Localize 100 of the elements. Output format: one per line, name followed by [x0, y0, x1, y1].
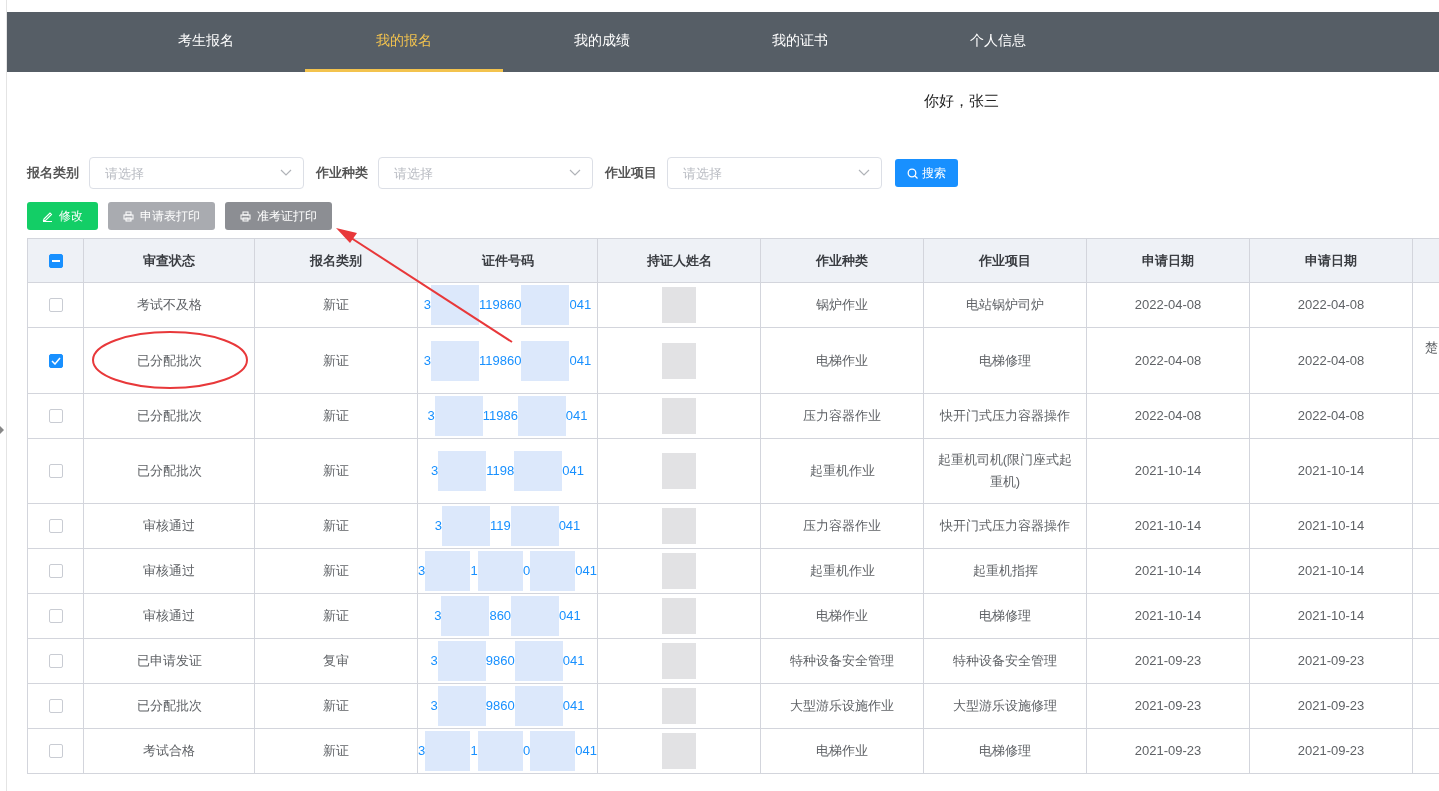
chevron-down-icon	[280, 169, 292, 177]
id-number-text[interactable]: 11986	[482, 406, 518, 426]
id-number-text[interactable]: 041	[558, 516, 581, 536]
column-header[interactable]: 申请日期	[1142, 250, 1194, 271]
column-header[interactable]: 作业项目	[979, 250, 1031, 271]
print-button[interactable]: 准考证打印	[225, 202, 332, 230]
blurred-area	[514, 686, 563, 726]
id-number-text[interactable]: 0	[522, 741, 531, 761]
id-number-text[interactable]: 0	[522, 561, 531, 581]
checkbox[interactable]	[48, 409, 63, 423]
category-text: 新证	[323, 351, 349, 370]
pencil-icon	[42, 210, 53, 222]
id-number-text[interactable]: 3	[434, 516, 442, 536]
id-number-text[interactable]: 119	[489, 516, 511, 536]
column-header[interactable]: 证件号码	[481, 250, 534, 271]
nav-tab[interactable]: 考生报名	[107, 12, 305, 72]
column-header[interactable]: 申请日期	[1305, 250, 1357, 271]
id-number-text[interactable]: 3	[431, 461, 439, 481]
date-text: 2021-09-23	[1297, 742, 1365, 760]
checkbox[interactable]	[48, 253, 63, 268]
id-number-text[interactable]: 3	[418, 561, 426, 581]
select-field[interactable]: 请选择	[89, 157, 304, 189]
checkbox[interactable]	[48, 519, 63, 533]
greeting-text: 你好，张三	[924, 91, 999, 112]
checkbox[interactable]	[48, 609, 63, 623]
blurred-area	[662, 398, 696, 434]
date-text: 2022-04-08	[1134, 296, 1202, 314]
date-text: 2021-09-23	[1297, 652, 1365, 670]
work-item-text: 电站锅炉司炉	[966, 296, 1044, 314]
id-number-text[interactable]: 3	[427, 406, 435, 426]
nav-tab[interactable]: 个人信息	[899, 12, 1097, 72]
id-number-text[interactable]: 041	[575, 561, 597, 581]
work-item-text: 特种设备安全管理	[953, 652, 1057, 670]
id-number-text[interactable]: 9860	[485, 696, 515, 716]
id-number-text[interactable]: 9860	[485, 651, 515, 671]
id-number-text[interactable]: 041	[569, 295, 592, 315]
work-type-text: 大型游乐设施作业	[790, 697, 894, 715]
work-type-text: 压力容器作业	[803, 407, 881, 425]
id-number-text[interactable]: 041	[562, 461, 584, 481]
id-number-text[interactable]: 3	[430, 696, 438, 716]
work-item-text: 快开门式压力容器操作	[940, 517, 1070, 535]
blurred-area	[477, 551, 523, 591]
filter-label: 作业种类	[316, 164, 368, 183]
id-number-text[interactable]: 3	[418, 741, 426, 761]
nav-tab[interactable]: 我的报名	[305, 12, 503, 72]
work-type-text: 特种设备安全管理	[790, 652, 894, 670]
nav-tab[interactable]: 我的证书	[701, 12, 899, 72]
id-number-text[interactable]: 119860	[479, 350, 522, 371]
status-text: 已分配批次	[136, 351, 202, 370]
select-field[interactable]: 请选择	[667, 157, 882, 189]
collapse-arrow-icon[interactable]	[0, 426, 4, 434]
blurred-area	[437, 686, 486, 726]
status-text: 审核通过	[143, 607, 195, 625]
status-text: 考试不及格	[136, 296, 202, 314]
id-number-text[interactable]: 041	[562, 651, 585, 671]
date-text: 2021-10-14	[1297, 607, 1365, 625]
id-number-text[interactable]: 3	[434, 606, 442, 626]
work-item-text: 电梯修理	[979, 742, 1031, 760]
category-text: 新证	[323, 607, 349, 625]
date-text: 2021-10-14	[1134, 562, 1202, 580]
checkbox[interactable]	[48, 353, 63, 368]
column-header[interactable]: 作业种类	[816, 250, 868, 271]
id-number-text[interactable]: 3	[430, 651, 438, 671]
date-text: 2022-04-08	[1134, 407, 1202, 425]
id-number-text[interactable]: 3	[423, 350, 432, 371]
id-number-text[interactable]: 1	[470, 561, 478, 581]
id-number-text[interactable]: 3	[423, 295, 432, 315]
work-type-text: 起重机作业	[809, 562, 875, 580]
blurred-area	[662, 553, 696, 589]
column-header[interactable]: 审查状态	[143, 250, 195, 271]
chevron-down-icon	[858, 169, 870, 177]
printer-icon	[123, 210, 134, 222]
blurred-area	[437, 641, 486, 681]
checkbox[interactable]	[48, 654, 63, 668]
id-number-text[interactable]: 041	[562, 696, 585, 716]
column-header[interactable]: 报名类别	[310, 250, 362, 271]
column-header[interactable]: 持证人姓名	[646, 250, 712, 271]
id-number-text[interactable]: 041	[575, 741, 597, 761]
filter-label: 作业项目	[605, 164, 657, 183]
select-field[interactable]: 请选择	[378, 157, 593, 189]
blurred-area	[530, 731, 576, 771]
id-number-text[interactable]: 119860	[479, 295, 522, 315]
edit-button[interactable]: 修改	[27, 202, 98, 230]
id-number-text[interactable]: 1	[470, 741, 478, 761]
id-number-text[interactable]: 1198	[486, 461, 515, 481]
nav-tab[interactable]: 我的成绩	[503, 12, 701, 72]
search-button[interactable]: 搜索	[895, 159, 958, 187]
checkbox[interactable]	[48, 744, 63, 758]
checkbox[interactable]	[48, 564, 63, 578]
work-item-text: 大型游乐设施修理	[953, 697, 1057, 715]
checkbox[interactable]	[48, 298, 63, 312]
id-number-text[interactable]: 041	[565, 406, 588, 426]
id-number-text[interactable]: 860	[489, 606, 512, 626]
status-text: 已申请发证	[136, 652, 202, 670]
blurred-area	[662, 688, 696, 724]
checkbox[interactable]	[48, 464, 63, 478]
id-number-text[interactable]: 041	[559, 606, 581, 626]
checkbox[interactable]	[48, 699, 63, 713]
id-number-text[interactable]: 041	[569, 350, 592, 371]
status-text: 审核通过	[143, 562, 195, 580]
